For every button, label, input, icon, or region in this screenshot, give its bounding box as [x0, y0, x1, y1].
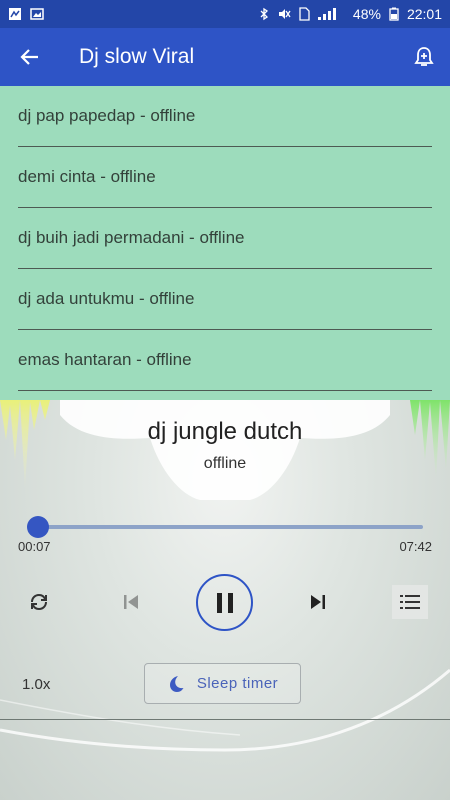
- sleep-timer-button[interactable]: Sleep timer: [144, 663, 301, 704]
- divider: [0, 719, 450, 720]
- previous-button[interactable]: [118, 589, 144, 615]
- pause-icon: [216, 592, 233, 613]
- list-item[interactable]: dj ada untukmu - offline: [18, 269, 432, 330]
- skip-next-icon: [311, 595, 325, 609]
- playlist-button[interactable]: [392, 585, 428, 619]
- playback-speed-button[interactable]: 1.0x: [22, 676, 50, 693]
- battery-level: 48%: [352, 6, 381, 22]
- now-playing-title: dj jungle dutch: [147, 418, 303, 445]
- app-bar: Dj slow Viral: [0, 28, 450, 86]
- next-button[interactable]: [305, 589, 331, 615]
- alarm-button[interactable]: [398, 28, 450, 86]
- bluetooth-icon: [260, 7, 268, 21]
- total-time: 07:42: [399, 539, 432, 554]
- sim-icon: [299, 7, 310, 21]
- play-pause-button[interactable]: [196, 574, 253, 631]
- skip-previous-icon: [124, 595, 138, 609]
- current-time: 00:07: [18, 539, 51, 554]
- battery-icon: [389, 7, 399, 21]
- clock: 22:01: [406, 6, 442, 22]
- list-item[interactable]: demi cinta - offline: [18, 147, 432, 208]
- repeat-icon: [31, 593, 47, 611]
- mute-icon: [278, 9, 291, 19]
- list-item[interactable]: dj pap papedap - offline: [18, 86, 432, 147]
- now-playing-subtitle: offline: [203, 455, 247, 472]
- list-icon: [400, 595, 420, 609]
- repeat-button[interactable]: [24, 587, 54, 617]
- status-bar: 48% 22:01: [0, 0, 450, 28]
- list-item[interactable]: emas hantaran - offline: [18, 330, 432, 391]
- moon-icon: [169, 675, 184, 692]
- notification-icon: [9, 8, 21, 20]
- arrow-left-icon: [20, 49, 38, 65]
- seek-bar[interactable]: [32, 525, 423, 529]
- list-item[interactable]: dj buih jadi permadani - offline: [18, 208, 432, 269]
- back-button[interactable]: [0, 28, 60, 86]
- page-title: Dj slow Viral: [79, 45, 195, 68]
- alarm-add-icon: [414, 47, 434, 66]
- image-icon: [30, 8, 44, 20]
- playlist: dj pap papedap - offline demi cinta - of…: [0, 86, 450, 400]
- sleep-timer-label: Sleep timer: [196, 675, 279, 692]
- signal-icon: [317, 8, 336, 20]
